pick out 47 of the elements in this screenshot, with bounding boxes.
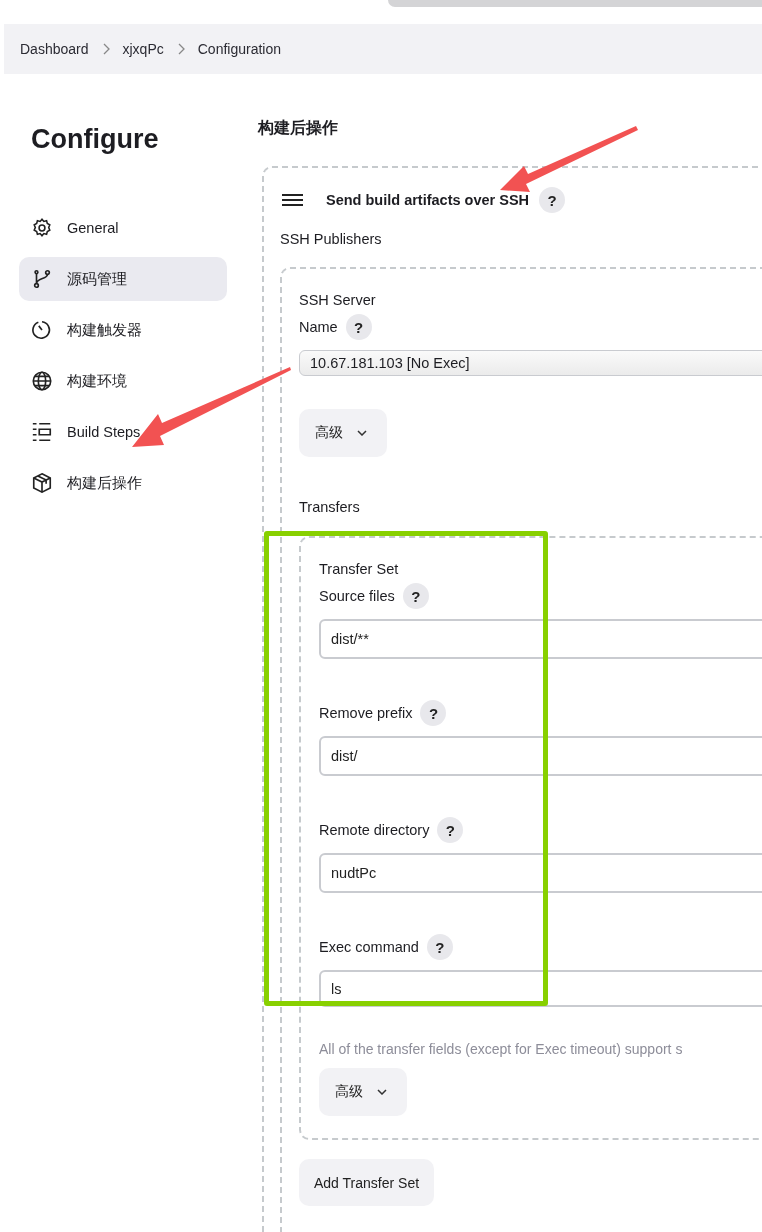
breadcrumb-link[interactable]: xjxqPc xyxy=(122,41,164,57)
help-button[interactable]: ? xyxy=(420,700,447,726)
text-field[interactable]: ls xyxy=(319,970,762,1007)
globe-icon xyxy=(31,370,53,392)
breadcrumb-link[interactable]: Configuration xyxy=(197,41,281,57)
sidebar-title: Configure xyxy=(31,124,160,154)
advanced-button[interactable]: 高级 xyxy=(319,1068,407,1116)
drag-handle-icon[interactable] xyxy=(282,194,303,206)
sidebar-item[interactable]: 构建后操作 xyxy=(19,461,227,505)
caret-icon xyxy=(377,1089,387,1095)
breadcrumb-link[interactable]: Dashboard xyxy=(20,41,89,57)
step-title: Send build artifacts over SSH xyxy=(326,192,530,208)
field-label: Source files xyxy=(319,588,395,604)
chevron-icon xyxy=(101,43,110,55)
help-button[interactable]: ? xyxy=(437,817,464,843)
server-select[interactable]: 10.67.181.103 [No Exec] xyxy=(299,350,762,376)
chevron-icon xyxy=(176,43,185,55)
help-text: All of the transfer fields (except for Exec timeout) support s xyxy=(319,1041,684,1057)
help-button[interactable]: ? xyxy=(539,187,566,213)
gear-icon xyxy=(31,217,53,239)
field-label: SSH Publishers xyxy=(280,231,383,247)
package-icon xyxy=(31,472,53,494)
field-label: Exec command xyxy=(319,939,419,955)
timer-icon xyxy=(31,319,53,341)
sidebar-item[interactable]: 构建触发器 xyxy=(19,308,227,352)
field-label: Remove prefix xyxy=(319,705,413,721)
advanced-button[interactable]: 高级 xyxy=(299,409,387,457)
text-field[interactable]: dist/ xyxy=(319,736,762,776)
list-icon xyxy=(31,421,53,443)
help-button[interactable]: ? xyxy=(426,934,453,960)
section-title: 构建后操作 xyxy=(258,118,339,138)
subsection-title: Transfer Set xyxy=(319,560,400,578)
sidebar-item[interactable]: General xyxy=(19,206,227,250)
help-button[interactable]: ? xyxy=(345,314,372,340)
sidebar-item[interactable]: Build Steps xyxy=(19,410,227,454)
sidebar-item[interactable]: 构建环境 xyxy=(19,359,227,403)
sidebar-item[interactable]: 源码管理 xyxy=(19,257,227,301)
text-field[interactable]: nudtPc xyxy=(319,853,762,893)
field-label: Transfers xyxy=(299,499,361,515)
branch-icon xyxy=(31,268,53,290)
field-label: Name xyxy=(299,319,338,335)
text-field[interactable]: dist/** xyxy=(319,619,762,659)
subsection-title: SSH Server xyxy=(299,291,377,309)
help-button[interactable]: ? xyxy=(402,583,429,609)
add-transfer-set-button[interactable]: Add Transfer Set xyxy=(299,1159,435,1206)
field-label: Remote directory xyxy=(319,822,430,838)
caret-icon xyxy=(357,430,367,436)
